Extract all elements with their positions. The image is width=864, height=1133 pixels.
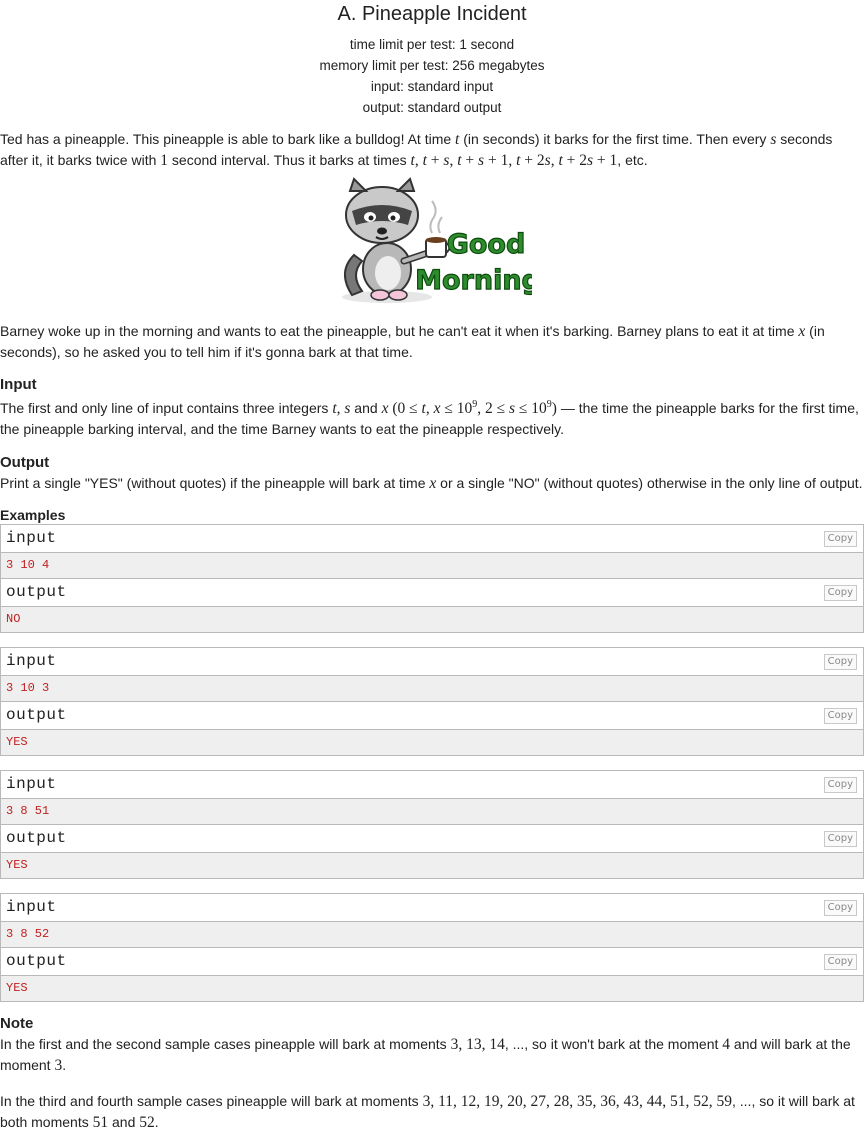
copy-button[interactable]: Copy: [823, 585, 857, 602]
output-label: output: [6, 829, 67, 848]
text: and: [350, 400, 382, 417]
statement-paragraph-1: Ted has a pineapple. This pineapple is a…: [0, 131, 833, 169]
sample-output[interactable]: YES: [1, 976, 863, 1002]
sample-input[interactable]: 3 8 52: [1, 922, 863, 949]
input-label: input: [6, 775, 57, 794]
output-label: output: [6, 706, 67, 725]
text: second interval. Thus it barks at times: [168, 152, 411, 168]
input-label: input: [6, 898, 57, 917]
sample-output[interactable]: YES: [1, 853, 863, 879]
problem-header: A. Pineapple Incident time limit per tes…: [0, 2, 864, 118]
example-test: input Copy 3 10 3 output Copy YES: [0, 647, 864, 757]
text: , ..., so it won't bark at the moment: [504, 1036, 723, 1053]
examples-title: Examples: [0, 507, 66, 524]
problem-statement: A. Pineapple Incident time limit per tes…: [0, 2, 864, 1133]
copy-button[interactable]: Copy: [823, 900, 857, 917]
text: The first and only line of input contain…: [0, 400, 333, 417]
copy-button[interactable]: Copy: [823, 831, 857, 848]
output-header: output Copy: [1, 825, 863, 854]
input-header: input Copy: [1, 771, 863, 800]
memory-limit: memory limit per test: 256 megabytes: [319, 58, 545, 73]
text: or a single "NO" (without quotes) otherw…: [436, 475, 863, 492]
output-label: output: [6, 583, 67, 602]
input-header: input Copy: [1, 894, 863, 923]
text: In the first and the second sample cases…: [0, 1036, 451, 1053]
raccoon-image: Good Morning: [0, 177, 864, 313]
note-section: Note In the first and the second sample …: [0, 1014, 864, 1133]
text: , etc.: [617, 152, 648, 168]
copy-button[interactable]: Copy: [823, 654, 857, 671]
time-limit: time limit per test: 1 second: [349, 37, 515, 52]
text: Barney woke up in the morning and wants …: [0, 323, 799, 339]
output-section: Output Print a single "YES" (without quo…: [0, 453, 864, 494]
output-file: output: standard output: [362, 100, 502, 115]
copy-button[interactable]: Copy: [823, 531, 857, 548]
input-label: input: [6, 652, 57, 671]
input-header: input Copy: [1, 648, 863, 677]
sample-input[interactable]: 3 8 51: [1, 799, 863, 826]
examples-list: input Copy 3 10 4 output Copy NO input Copy…: [0, 524, 864, 1003]
copy-button[interactable]: Copy: [823, 954, 857, 971]
copy-button[interactable]: Copy: [823, 777, 857, 794]
raccoon-illustration: Good Morning: [342, 177, 541, 303]
output-section-text: Print a single "YES" (without quotes) if…: [0, 475, 863, 493]
good-morning-text: Morning: [415, 265, 532, 296]
sample-input[interactable]: 3 10 3: [1, 676, 863, 703]
note-paragraph-2: In the third and fourth sample cases pin…: [0, 1093, 855, 1132]
input-header: input Copy: [1, 525, 863, 554]
input-file: input: standard input: [370, 79, 494, 94]
input-section-text: The first and only line of input contain…: [0, 399, 859, 438]
statement-paragraph-2: Barney woke up in the morning and wants …: [0, 323, 825, 360]
output-header: output Copy: [1, 702, 863, 731]
example-test: input Copy 3 10 4 output Copy NO: [0, 524, 864, 634]
text: Ted has a pineapple. This pineapple is a…: [0, 131, 456, 147]
output-header: output Copy: [1, 948, 863, 977]
problem-title: A. Pineapple Incident: [337, 3, 527, 25]
text: In the third and fourth sample cases pin…: [0, 1093, 423, 1110]
input-label: input: [6, 529, 57, 548]
input-section-title: Input: [0, 376, 37, 393]
example-test: input Copy 3 8 52 output Copy YES: [0, 893, 864, 1003]
text: Print a single "YES" (without quotes) if…: [0, 475, 430, 492]
good-morning-text: Good: [447, 229, 526, 260]
sample-output[interactable]: NO: [1, 607, 863, 633]
input-section: Input The first and only line of input c…: [0, 375, 864, 439]
output-label: output: [6, 952, 67, 971]
note-title: Note: [0, 1015, 34, 1033]
sample-input[interactable]: 3 10 4: [1, 553, 863, 580]
note-paragraph-1: In the first and the second sample cases…: [0, 1036, 851, 1075]
sample-output[interactable]: YES: [1, 730, 863, 756]
copy-button[interactable]: Copy: [823, 708, 857, 725]
output-header: output Copy: [1, 579, 863, 608]
text: (in seconds) it barks for the first time…: [459, 131, 771, 147]
output-section-title: Output: [0, 454, 50, 472]
example-test: input Copy 3 8 51 output Copy YES: [0, 770, 864, 880]
text: and: [108, 1114, 140, 1131]
